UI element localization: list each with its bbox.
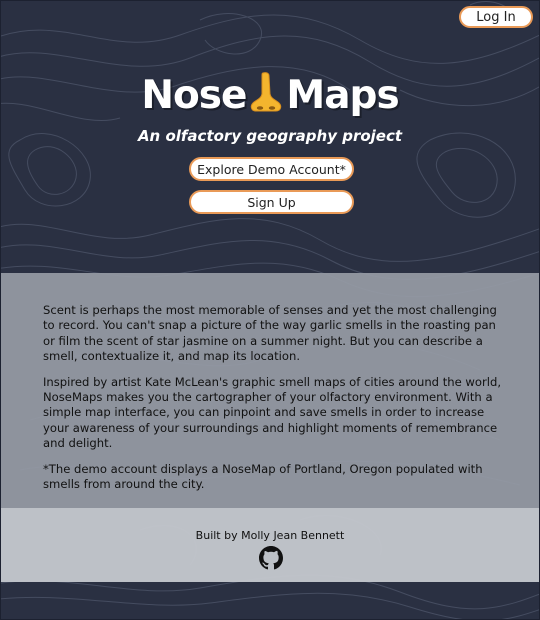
explore-demo-button[interactable]: Explore Demo Account* (189, 157, 354, 181)
about-content: Scent is perhaps the most memorable of s… (43, 303, 508, 502)
logo-word-nose: Nose (141, 73, 247, 118)
about-paragraph-inspiration: Inspired by artist Kate McLean's graphic… (43, 374, 502, 451)
app-logo: Nose Maps (0, 70, 540, 120)
about-paragraph-intro: Scent is perhaps the most memorable of s… (43, 303, 497, 364)
login-button[interactable]: Log In (459, 6, 533, 28)
footer-credit: Built by Molly Jean Bennett (195, 529, 345, 542)
footer: Built by Molly Jean Bennett (0, 508, 540, 582)
github-icon[interactable] (259, 546, 283, 570)
nose-emoji-icon (251, 72, 282, 112)
tagline: An olfactory geography project (137, 127, 403, 145)
signup-button[interactable]: Sign Up (189, 190, 354, 214)
about-paragraph-demo-note: *The demo account displays a NoseMap of … (43, 461, 483, 492)
about-section: Scent is perhaps the most memorable of s… (0, 273, 540, 508)
logo-word-maps: Maps (286, 73, 399, 118)
